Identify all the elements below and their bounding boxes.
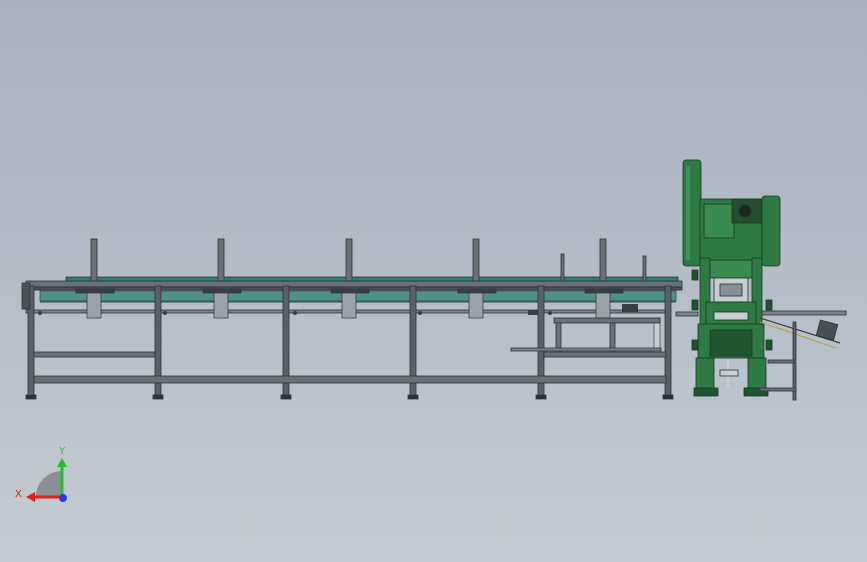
vertical-post bbox=[217, 238, 225, 282]
press-crown bbox=[703, 203, 735, 239]
cylinder bbox=[86, 290, 102, 319]
x-axis-label: X bbox=[15, 489, 22, 500]
conveyor-top-rail bbox=[25, 280, 683, 288]
press-throat bbox=[709, 259, 753, 279]
discharge-chute bbox=[759, 310, 847, 401]
cylinder bbox=[341, 290, 357, 319]
vertical-post bbox=[345, 238, 353, 282]
conveyor-posts bbox=[90, 238, 647, 282]
vertical-post bbox=[472, 238, 480, 282]
cylinder bbox=[213, 290, 229, 319]
conveyor-belt bbox=[65, 276, 679, 282]
flywheel bbox=[682, 159, 702, 267]
frame-brace-bottom bbox=[33, 375, 667, 384]
axis-triad: Y X bbox=[15, 446, 67, 502]
vertical-post bbox=[90, 238, 98, 282]
z-axis-dot bbox=[59, 494, 67, 502]
press-right-wheel bbox=[761, 195, 781, 267]
vertical-post bbox=[599, 238, 607, 282]
frame-brace-middle bbox=[33, 351, 156, 358]
y-axis-label: Y bbox=[58, 446, 66, 457]
press-legs bbox=[695, 357, 715, 389]
frame-brace-right bbox=[543, 351, 667, 358]
punch-press-machine bbox=[682, 159, 781, 397]
triad-quadrant bbox=[36, 471, 62, 497]
cylinder bbox=[468, 290, 484, 319]
cylinder bbox=[595, 290, 611, 319]
vertical-post-thin bbox=[642, 255, 647, 282]
cad-viewport[interactable]: Y X bbox=[0, 0, 867, 562]
vertical-post-thin bbox=[560, 253, 565, 282]
